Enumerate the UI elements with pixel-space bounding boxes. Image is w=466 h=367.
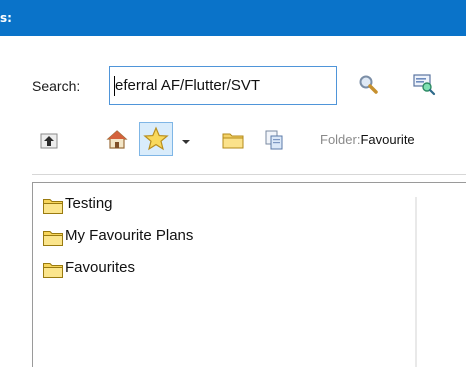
- home-icon[interactable]: [106, 129, 128, 151]
- folder-icon: [43, 263, 63, 278]
- search-input[interactable]: eferral AF/Flutter/SVT: [109, 66, 337, 105]
- search-label: Search:: [32, 78, 81, 94]
- folder-icon: [43, 231, 63, 246]
- tree-item-label: Favourites: [65, 259, 136, 276]
- search-row: Search: eferral AF/Flutter/SVT: [0, 66, 466, 106]
- star-icon: [143, 126, 169, 151]
- window: s: Search: eferral AF/Flutter/SVT Folder…: [0, 0, 466, 367]
- folder-value: Favourite: [360, 132, 415, 147]
- advanced-search-icon[interactable]: [412, 72, 436, 96]
- folder-icon: [43, 199, 63, 214]
- search-icon[interactable]: [358, 74, 380, 96]
- window-title-bar: s:: [0, 0, 466, 36]
- scrollbar[interactable]: [415, 197, 417, 367]
- tree-item-label: My Favourite Plans: [65, 227, 194, 244]
- folder-label: Folder:Favourite: [320, 132, 415, 147]
- folder-icon[interactable]: [222, 131, 244, 149]
- window-title: s:: [0, 11, 12, 25]
- folder-label-text: Folder:: [320, 132, 361, 147]
- chevron-down-icon[interactable]: [181, 134, 191, 144]
- divider: [32, 174, 466, 175]
- folder-tree[interactable]: Testing My Favourite Plans Favourites: [32, 182, 466, 367]
- toolbar: Folder:Favourite: [0, 118, 466, 162]
- up-level-icon[interactable]: [40, 132, 58, 150]
- copy-icon[interactable]: [264, 129, 286, 151]
- favourites-star-button[interactable]: [139, 122, 173, 156]
- search-input-value: eferral AF/Flutter/SVT: [115, 77, 261, 94]
- tree-item-label: Testing: [65, 195, 113, 212]
